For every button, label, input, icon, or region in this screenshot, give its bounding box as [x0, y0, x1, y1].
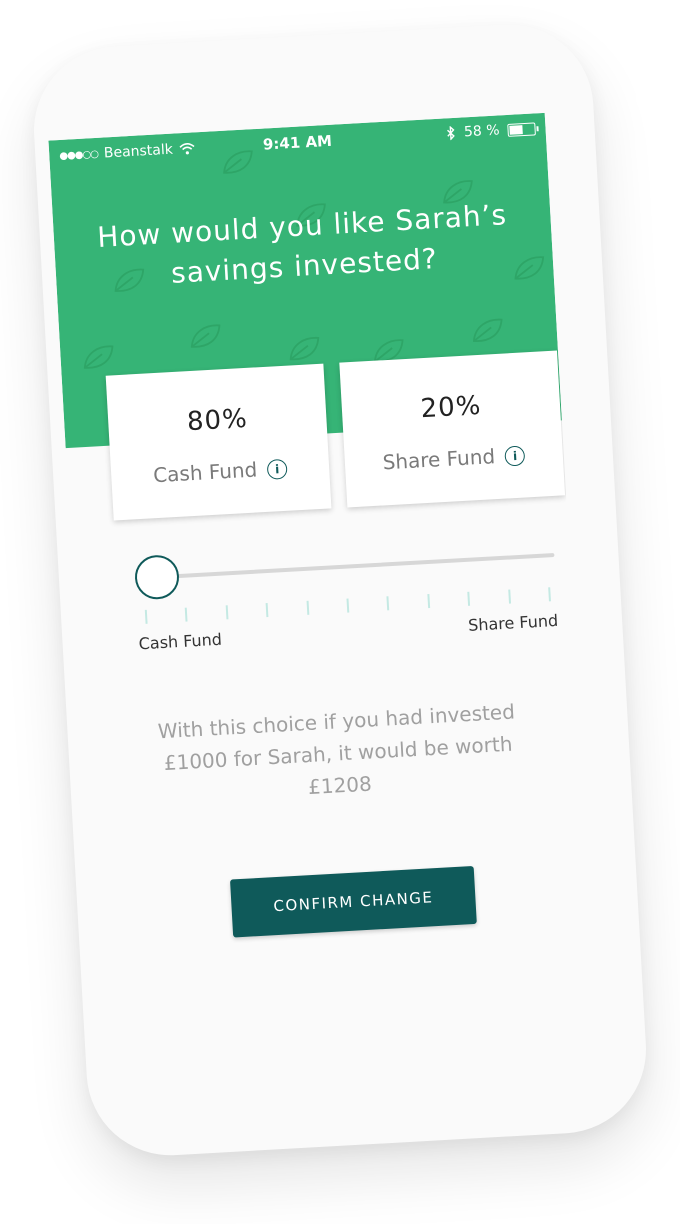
- share-fund-label-row: Share Fund i: [344, 440, 563, 476]
- slider-thumb[interactable]: [133, 554, 181, 601]
- leaf-pattern-icon: [286, 334, 324, 364]
- share-fund-card[interactable]: 20% Share Fund i: [339, 350, 566, 508]
- info-icon[interactable]: i: [504, 445, 526, 467]
- slider-tick: [548, 587, 551, 602]
- bluetooth-icon: [447, 125, 456, 141]
- allocation-slider[interactable]: Cash Fund Share Fund: [133, 533, 559, 653]
- share-fund-label: Share Fund: [382, 444, 496, 475]
- slider-tick: [507, 589, 511, 604]
- stage: ●●●○○ Beanstalk 9:41 AM 58 % How would y…: [0, 0, 680, 1224]
- info-icon[interactable]: i: [266, 458, 288, 480]
- cash-fund-label: Cash Fund: [152, 457, 258, 488]
- cash-fund-card[interactable]: 80% Cash Fund i: [105, 363, 332, 521]
- cash-fund-label-row: Cash Fund i: [111, 453, 330, 489]
- cash-fund-percent: 80%: [186, 403, 249, 438]
- slider-tick: [306, 600, 309, 615]
- slider-tick: [386, 596, 390, 611]
- projection-text: With this choice if you had invested £10…: [157, 699, 516, 800]
- slider-track[interactable]: [154, 552, 555, 580]
- slider-tick: [265, 603, 269, 618]
- slider-tick: [346, 598, 350, 613]
- slider-tick: [225, 605, 229, 620]
- slider-tick: [144, 609, 148, 624]
- status-bar: ●●●○○ Beanstalk 9:41 AM 58 %: [48, 113, 546, 171]
- page-title: How would you like Sarah’s savings inves…: [96, 198, 508, 290]
- leaf-pattern-icon: [80, 342, 118, 372]
- battery-icon: [507, 121, 536, 137]
- slider-tick: [467, 591, 471, 606]
- leaf-pattern-icon: [469, 315, 507, 345]
- share-fund-percent: 20%: [419, 390, 483, 425]
- slider-tick: [185, 607, 188, 622]
- leaf-pattern-icon: [187, 321, 225, 351]
- slider-min-label: Cash Fund: [138, 629, 223, 654]
- phone-device: ●●●○○ Beanstalk 9:41 AM 58 % How would y…: [29, 20, 651, 1160]
- slider-tick: [427, 594, 430, 609]
- slider-max-label: Share Fund: [467, 610, 559, 635]
- app-screen: ●●●○○ Beanstalk 9:41 AM 58 % How would y…: [48, 112, 595, 1040]
- confirm-change-button[interactable]: CONFIRM CHANGE: [229, 865, 477, 938]
- battery-percent: 58 %: [463, 122, 501, 141]
